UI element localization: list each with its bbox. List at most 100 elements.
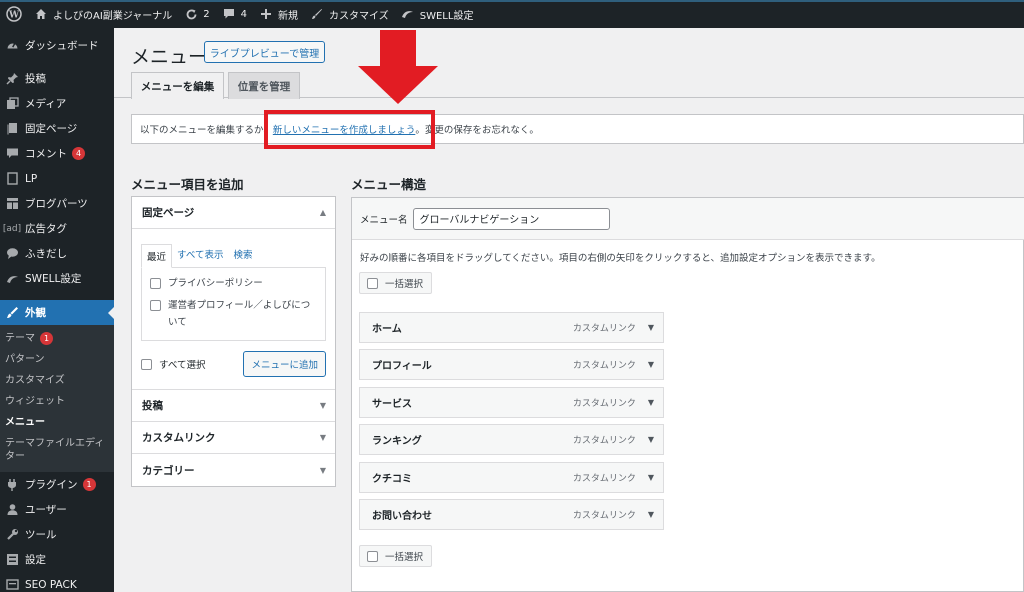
sidebar-item-label: メディア [25, 98, 67, 110]
submenu-label: テーマ [5, 333, 35, 344]
caret-down-icon[interactable]: ▼ [648, 323, 654, 332]
caret-down-icon[interactable]: ▼ [648, 435, 654, 444]
menu-item-type: カスタムリンク [572, 474, 636, 484]
tool-icon [5, 528, 19, 542]
menu-item-title: プロフィール [372, 361, 432, 372]
menu-item-title: お問い合わせ [372, 511, 432, 522]
add-to-menu-button[interactable]: メニューに追加 [243, 351, 326, 377]
sidebar-item-media[interactable]: メディア [0, 91, 114, 116]
caret-down-icon: ▼ [319, 433, 326, 442]
sidebar-item-seo-pack[interactable]: SEO PACK [0, 572, 114, 592]
tab-view-all[interactable]: すべて表示 [172, 243, 228, 267]
sidebar-item-swell-settings[interactable]: SWELL設定 [0, 266, 114, 291]
balloon-icon [5, 247, 19, 261]
bulk-select-bottom[interactable]: 一括選択 [359, 545, 432, 567]
checkbox[interactable] [150, 300, 161, 311]
menu-item-service[interactable]: サービス カスタムリンク ▼ [359, 387, 664, 418]
menu-item-type: カスタムリンク [572, 511, 636, 521]
dashboard-icon [5, 39, 19, 53]
comment-count-badge: 4 [72, 147, 85, 160]
sidebar-item-settings[interactable]: 設定 [0, 547, 114, 572]
page-title: メニュー [131, 46, 208, 68]
sidebar-item-label: 設定 [25, 554, 46, 566]
menu-item-title: ホーム [372, 324, 402, 335]
settings-icon [5, 553, 19, 567]
menu-item-ranking[interactable]: ランキング カスタムリンク ▼ [359, 424, 664, 455]
menu-name-input[interactable]: グローバルナビゲーション [412, 207, 610, 230]
caret-down-icon[interactable]: ▼ [648, 510, 654, 519]
submenu-item-patterns[interactable]: パターン [0, 349, 114, 370]
wordpress-icon: W [6, 6, 22, 22]
menu-item-type: カスタムリンク [572, 324, 636, 334]
sidebar-item-lp[interactable]: LP [0, 166, 114, 191]
sidebar-item-pages[interactable]: 固定ページ [0, 116, 114, 141]
highlight-box [264, 110, 435, 149]
sidebar-item-label: 広告タグ [25, 223, 67, 235]
tab-search[interactable]: 検索 [228, 243, 257, 267]
menu-item-contact[interactable]: お問い合わせ カスタムリンク ▼ [359, 499, 664, 530]
sidebar-item-comments[interactable]: コメント 4 [0, 141, 114, 166]
new-label: 新規 [278, 10, 299, 22]
drag-instructions: 好みの順番に各項目をドラッグしてください。項目の右側の矢印をクリックすると、追加… [360, 253, 881, 264]
menu-item-reviews[interactable]: クチコミ カスタムリンク ▼ [359, 462, 664, 493]
updates-icon [184, 7, 198, 21]
checkbox[interactable] [150, 278, 161, 289]
checkbox[interactable] [367, 277, 378, 289]
sidebar-item-label: ダッシュボード [25, 40, 99, 52]
sidebar-item-balloon[interactable]: ふきだし [0, 241, 114, 266]
submenu-item-menus[interactable]: メニュー [0, 412, 114, 433]
bulk-select-top[interactable]: 一括選択 [359, 272, 432, 294]
caret-down-icon: ▼ [319, 401, 326, 410]
sidebar-item-dashboard[interactable]: ダッシュボード [0, 33, 114, 58]
sidebar-item-label: ユーザー [25, 504, 67, 516]
pages-tabs: 最近 すべて表示 検索 [141, 243, 326, 268]
site-name-link[interactable]: よしびのAI副業ジャーナル [28, 0, 178, 28]
checkbox[interactable] [367, 550, 378, 562]
select-all-checkbox[interactable] [141, 358, 152, 370]
menu-item-profile[interactable]: プロフィール カスタムリンク ▼ [359, 349, 664, 380]
caret-down-icon[interactable]: ▼ [648, 398, 654, 407]
tab-edit-menus[interactable]: メニューを編集 [131, 72, 224, 99]
caret-down-icon[interactable]: ▼ [648, 473, 654, 482]
notice-text-before: 以下のメニューを編集するか、 [140, 125, 273, 136]
pages-panel: 最近 すべて表示 検索 プライバシーポリシー 運営者プロフィール／よしびについて… [132, 229, 335, 390]
accordion-section-posts[interactable]: 投稿 ▼ [132, 390, 335, 422]
comments-count: 4 [240, 8, 248, 20]
submenu-item-themes[interactable]: テーマ 1 [0, 328, 114, 349]
submenu-item-customize[interactable]: カスタマイズ [0, 370, 114, 391]
sidebar-item-ad-tags[interactable]: [ad] 広告タグ [0, 216, 114, 241]
accordion-title: カスタムリンク [142, 432, 216, 444]
sidebar-item-blog-parts[interactable]: ブログパーツ [0, 191, 114, 216]
caret-down-icon[interactable]: ▼ [648, 360, 654, 369]
lp-icon [5, 172, 19, 186]
comments-link[interactable]: 4 [216, 0, 253, 28]
appearance-icon [5, 306, 19, 320]
sidebar-item-tools[interactable]: ツール [0, 522, 114, 547]
updates-link[interactable]: 2 [178, 0, 215, 28]
menu-structure-panel: メニュー名 グローバルナビゲーション 好みの順番に各項目をドラッグしてください。… [351, 197, 1024, 592]
sidebar-item-posts[interactable]: 投稿 [0, 66, 114, 91]
swell-settings-link[interactable]: SWELL設定 [395, 0, 480, 28]
menu-item-type: カスタムリンク [572, 436, 636, 446]
submenu-item-theme-file-editor[interactable]: テーマファイルエディター [0, 433, 114, 467]
tab-recent[interactable]: 最近 [141, 244, 173, 268]
menu-structure-heading: メニュー構造 [351, 177, 427, 192]
menu-name-row: メニュー名 グローバルナビゲーション [352, 198, 1024, 240]
site-name: よしびのAI副業ジャーナル [53, 10, 173, 22]
menu-item-home[interactable]: ホーム カスタムリンク ▼ [359, 312, 664, 343]
brush-icon [310, 7, 324, 21]
sidebar-item-appearance[interactable]: 外観 [0, 300, 114, 325]
sidebar-item-label: ふきだし [25, 248, 67, 260]
new-content-link[interactable]: 新規 [253, 0, 304, 28]
live-preview-button[interactable]: ライブプレビューで管理 [204, 41, 325, 63]
updates-count: 2 [203, 8, 210, 20]
submenu-item-widgets[interactable]: ウィジェット [0, 391, 114, 412]
wordpress-logo[interactable]: W [0, 0, 28, 28]
accordion-section-custom-links[interactable]: カスタムリンク ▼ [132, 422, 335, 454]
accordion-section-categories[interactable]: カテゴリー ▼ [132, 454, 335, 486]
accordion-section-pages[interactable]: 固定ページ ▲ [132, 197, 335, 229]
sidebar-item-users[interactable]: ユーザー [0, 497, 114, 522]
customize-link[interactable]: カスタマイズ [304, 0, 395, 28]
tab-manage-locations[interactable]: 位置を管理 [228, 72, 300, 99]
sidebar-item-plugins[interactable]: プラグイン 1 [0, 472, 114, 497]
